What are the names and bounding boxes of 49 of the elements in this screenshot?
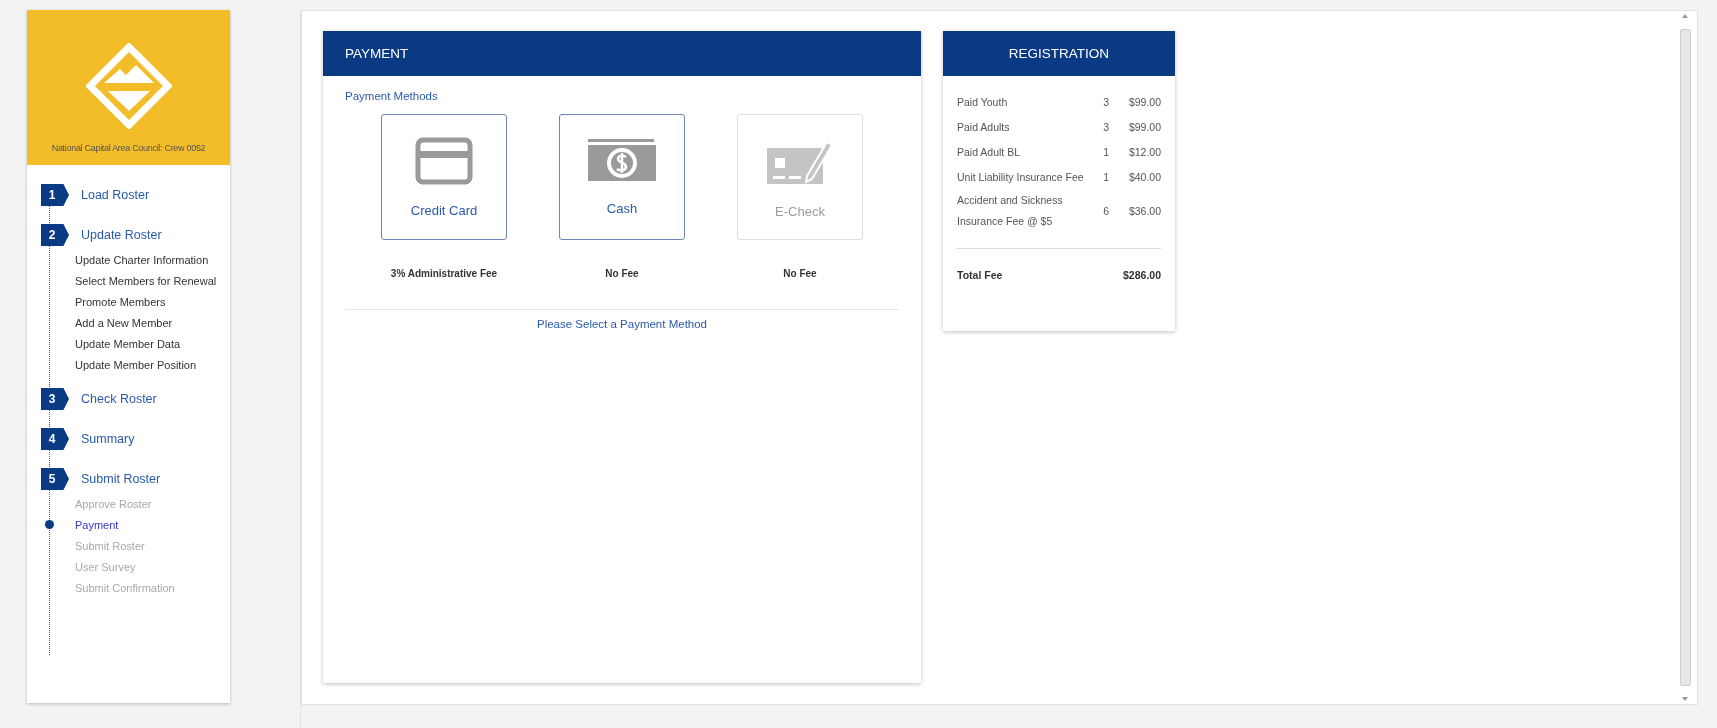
payment-method-button[interactable]: Cash xyxy=(559,114,685,240)
step-number: 5 xyxy=(41,468,69,490)
fee-name: Paid Adult BL xyxy=(957,145,1022,160)
fee-label: No Fee xyxy=(605,268,639,279)
fee-label: 3% Administrative Fee xyxy=(390,268,498,279)
step-number: 3 xyxy=(41,388,69,410)
panel-title: REGISTRATION xyxy=(943,31,1175,76)
substep-link[interactable]: Update Member Data xyxy=(75,337,181,350)
substep-link[interactable]: Select Members for Renewal xyxy=(75,274,217,287)
step-link[interactable]: Submit Roster xyxy=(81,472,161,486)
payment-method-button[interactable]: Credit Card xyxy=(381,114,507,240)
fee-amount: $99.00 xyxy=(1127,120,1161,135)
step-link[interactable]: Update Roster xyxy=(81,228,162,242)
fee-count: 6 xyxy=(1102,203,1109,219)
step-link[interactable]: Summary xyxy=(81,432,135,446)
fee-name: Accident and Sickness Insurance Fee @ $5 xyxy=(957,193,1064,229)
prompt-text: Please Select a Payment Method xyxy=(535,318,708,330)
banknote-icon xyxy=(588,138,656,183)
scroll-down-icon[interactable] xyxy=(1681,696,1689,702)
substep-link[interactable]: Promote Members xyxy=(75,295,166,308)
total-amount: $286.00 xyxy=(1122,268,1161,283)
section-label: Payment Methods xyxy=(345,90,439,102)
fee-name: Paid Adults xyxy=(957,120,1011,135)
total-label: Total Fee xyxy=(957,268,1004,283)
fee-count: 3 xyxy=(1102,95,1109,110)
substep-link[interactable]: Update Member Position xyxy=(75,358,197,371)
credit-card-icon xyxy=(415,136,473,185)
fee-count: 1 xyxy=(1102,170,1109,185)
step-link[interactable]: Load Roster xyxy=(81,188,150,202)
fee-amount: $40.00 xyxy=(1127,170,1161,185)
fee-count: 1 xyxy=(1102,145,1109,160)
substep-link[interactable]: Update Charter Information xyxy=(75,253,209,266)
unit-name: National Capital Area Council: Crew 0052 xyxy=(51,143,206,153)
fee-label: No Fee xyxy=(783,268,817,279)
scrollbar[interactable] xyxy=(1679,13,1691,702)
panel-title: PAYMENT xyxy=(323,31,921,76)
fee-amount: $99.00 xyxy=(1127,95,1161,110)
fee-name: Unit Liability Insurance Fee xyxy=(957,170,1085,185)
scroll-up-icon[interactable] xyxy=(1681,13,1689,19)
step-number: 4 xyxy=(41,428,69,450)
substep-link[interactable]: Add a New Member xyxy=(75,316,173,329)
step-link[interactable]: Check Roster xyxy=(81,392,157,406)
substep-link[interactable]: Payment xyxy=(75,518,119,531)
fee-name: Paid Youth xyxy=(957,95,1009,110)
step-number: 2 xyxy=(41,224,69,246)
step-number: 1 xyxy=(41,184,69,206)
fee-amount: $36.00 xyxy=(1127,203,1161,219)
fee-count: 3 xyxy=(1102,120,1109,135)
fee-amount: $12.00 xyxy=(1127,145,1161,160)
